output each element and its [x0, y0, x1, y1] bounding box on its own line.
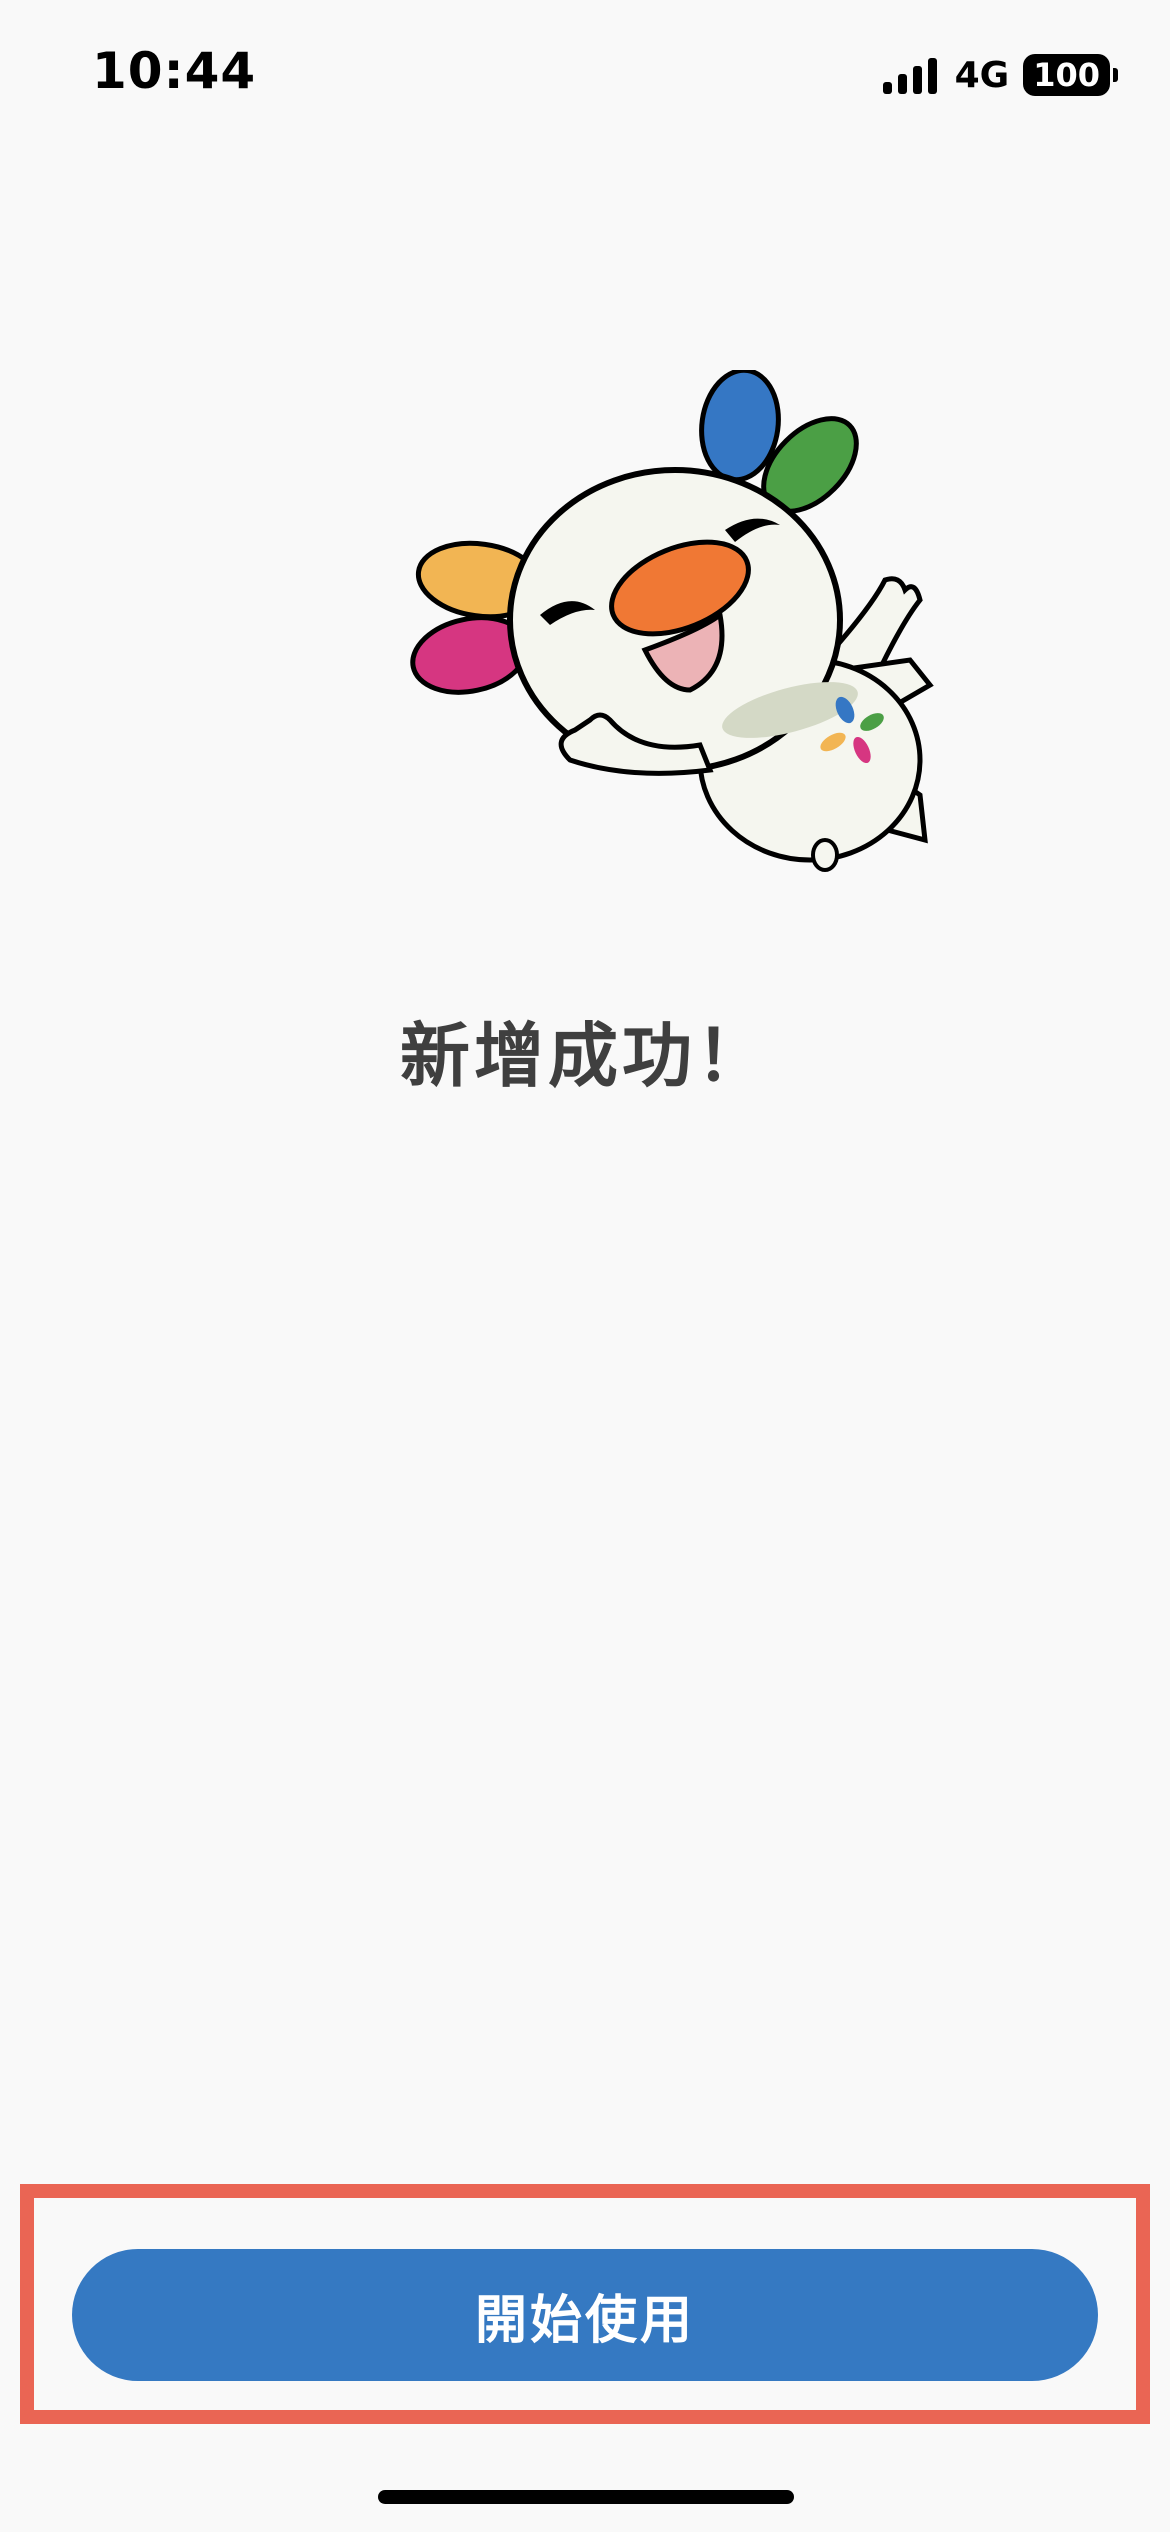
battery-tip — [1113, 68, 1118, 82]
battery-icon: 100 — [1023, 54, 1110, 96]
network-type: 4G — [954, 54, 1010, 96]
mascot-illustration — [410, 370, 934, 872]
status-bar: 10:44 4G 100 — [0, 0, 1170, 150]
status-indicators: 4G 100 — [882, 52, 1118, 98]
cellular-signal-icon — [882, 56, 937, 94]
success-title: 新增成功！ — [400, 1015, 770, 1097]
home-indicator[interactable] — [378, 2490, 794, 2504]
start-using-button[interactable]: 開始使用 — [72, 2249, 1098, 2381]
battery-level: 100 — [1033, 56, 1100, 94]
status-time: 10:44 — [92, 42, 257, 100]
